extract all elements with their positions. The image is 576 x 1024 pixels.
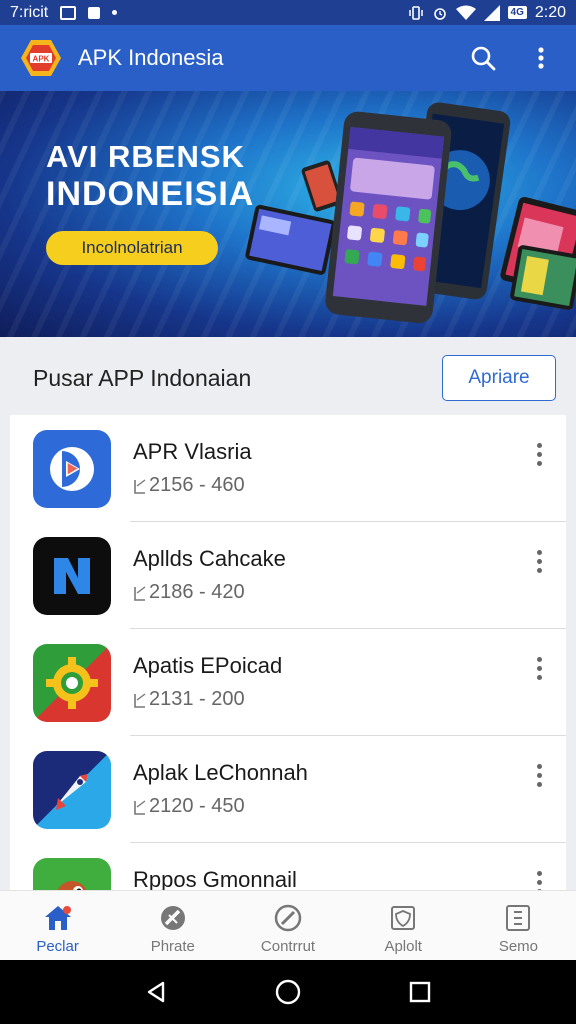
app-meta: 2131 - 200 [133, 688, 245, 711]
app-meta: 2156 - 460 [133, 474, 245, 497]
item-more-button[interactable] [528, 653, 550, 683]
download-icon [134, 585, 146, 601]
search-icon [471, 46, 496, 71]
app-meta-value: 2131 - 200 [149, 688, 245, 710]
n-app-icon [33, 537, 111, 615]
home-icon [42, 903, 74, 933]
banner-title-line2: INDONEISIA [46, 175, 255, 213]
download-icon [134, 692, 146, 708]
download-icon [134, 478, 146, 494]
list-item[interactable]: Rppos Gmonnail [10, 843, 566, 893]
app-meta-value: 2186 - 420 [149, 581, 245, 603]
screenshot-icon [60, 5, 77, 20]
recents-icon [409, 981, 431, 1003]
app-title: APK Indonesia [78, 45, 224, 70]
nav-item-compass[interactable]: Contrrut [230, 891, 345, 960]
app-name: APR Vlasria [133, 439, 252, 464]
nav-item-tools[interactable]: Phrate [115, 891, 230, 960]
download-icon [134, 799, 146, 815]
item-more-button[interactable] [528, 546, 550, 576]
app-meta-value: 2156 - 460 [149, 474, 245, 496]
video-app-icon [33, 430, 111, 508]
system-navigation-bar [0, 960, 576, 1024]
logo-text: APK [33, 55, 50, 64]
item-more-button[interactable] [528, 760, 550, 790]
nav-item-home[interactable]: Peclar [0, 891, 115, 960]
bird-app-icon [33, 858, 111, 893]
banner-devices-illustration [245, 102, 576, 324]
section-header: Pusar APP Indonaian Apriare [0, 337, 576, 415]
item-more-button[interactable] [528, 439, 550, 469]
status-bar: 7:ricit 4G 2:20 [0, 0, 576, 25]
bottom-navigation: Peclar Phrate Contrrut Aplolt Semo [0, 890, 576, 960]
home-circle-icon [275, 979, 301, 1005]
section-action-button[interactable]: Apriare [442, 355, 556, 401]
tools-icon [157, 903, 189, 933]
search-button[interactable] [468, 43, 498, 73]
app-logo: APK [20, 37, 62, 79]
gear-app-icon [33, 644, 111, 722]
app-meta-value: 2120 - 450 [149, 795, 245, 817]
more-vert-icon [538, 47, 544, 69]
dot-icon [112, 10, 118, 15]
signal-icon [483, 4, 500, 21]
clock: 2:20 [534, 3, 566, 21]
list-item[interactable]: Apatis EPoicad 2131 - 200 [10, 629, 566, 736]
home-button[interactable] [268, 972, 308, 1012]
compass-icon [272, 903, 304, 933]
app-name: Aplak LeChonnah [133, 760, 308, 785]
overflow-menu-button[interactable] [526, 43, 556, 73]
back-button[interactable] [136, 972, 176, 1012]
nav-label: Peclar [36, 938, 79, 955]
alarm-icon [433, 7, 446, 20]
rocket-app-icon [33, 751, 111, 829]
list-item[interactable]: APR Vlasria 2156 - 460 [10, 415, 566, 522]
back-icon [147, 981, 165, 1003]
banner-pill[interactable]: Incolnolatrian [46, 231, 218, 265]
battery-icon: 4G [507, 6, 527, 19]
status-left-text: 7:ricit [10, 3, 49, 21]
list-item[interactable]: Apllds Cahcake 2186 - 420 [10, 522, 566, 629]
banner-title-line1: AVI RBENSK [46, 139, 245, 174]
nav-label: Aplolt [384, 938, 422, 955]
list-item[interactable]: Aplak LeChonnah 2120 - 450 [10, 736, 566, 843]
card-icon [502, 903, 534, 933]
app-meta: 2186 - 420 [133, 581, 245, 604]
recents-button[interactable] [400, 972, 440, 1012]
app-meta: 2120 - 450 [133, 795, 245, 818]
app-bar: APK APK Indonesia [0, 25, 576, 91]
vibrate-icon [408, 5, 423, 20]
nav-label: Semo [498, 938, 538, 955]
app-name: Apatis EPoicad [133, 653, 283, 678]
app-list: APR Vlasria 2156 - 460 Apllds Cahcake 21… [10, 415, 566, 893]
notification-icon [88, 6, 101, 19]
section-title: Pusar APP Indonaian [33, 365, 252, 391]
nav-label: Phrate [150, 938, 195, 955]
nav-item-shield[interactable]: Aplolt [346, 891, 461, 960]
app-name: Apllds Cahcake [133, 546, 286, 571]
nav-label: Contrrut [260, 938, 316, 955]
promo-banner[interactable]: AVI RBENSK INDONEISIA Incolnolatrian [0, 91, 576, 337]
shield-icon [387, 903, 419, 933]
nav-item-card[interactable]: Semo [461, 891, 576, 960]
wifi-icon [455, 5, 476, 20]
